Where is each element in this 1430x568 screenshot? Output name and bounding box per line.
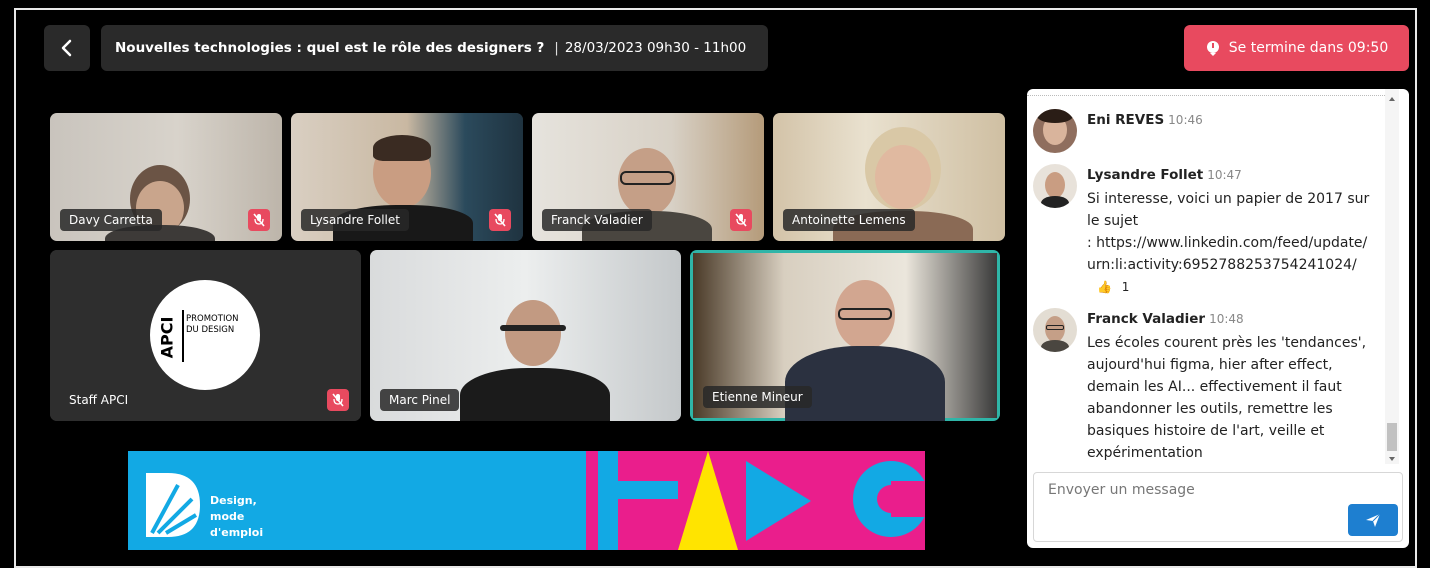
session-title-bar: Nouvelles technologies : quel est le rôl…: [101, 25, 768, 71]
mic-off-icon: [730, 209, 752, 231]
end-timer-button[interactable]: Se termine dans 09:50: [1184, 25, 1409, 71]
apci-acronym: APCI: [157, 316, 177, 359]
video-tile-marc-pinel[interactable]: Marc Pinel: [370, 250, 681, 421]
banner-text-1: Design,: [210, 494, 257, 507]
back-button[interactable]: [44, 25, 90, 71]
chevron-left-icon: [61, 39, 72, 57]
participant-name: Franck Valadier: [542, 209, 652, 231]
thumbs-up-icon: 👍: [1097, 280, 1112, 294]
chat-message-input[interactable]: [1046, 481, 1350, 499]
session-schedule: 28/03/2023 09h30 - 11h00: [564, 40, 747, 56]
mic-off-icon: [327, 389, 349, 411]
video-tile-etienne-mineur[interactable]: Etienne Mineur: [690, 250, 1000, 421]
video-tile-lysandre-follet[interactable]: Lysandre Follet: [291, 113, 523, 241]
message-author: Eni REVES 10:46: [1087, 112, 1203, 128]
banner-text-3: d'emploi: [210, 526, 264, 539]
chat-message: Lysandre Follet 10:47 Si interesse, voici…: [1033, 164, 1383, 294]
chat-scroll-fade: [1027, 89, 1387, 96]
message-time: 10:47: [1207, 168, 1242, 182]
chat-messages[interactable]: Eni REVES 10:46 Lysandre Follet 10:47 Si i…: [1027, 89, 1387, 464]
mic-off-icon: [489, 209, 511, 231]
participant-name: Etienne Mineur: [703, 386, 812, 408]
message-body: Si interesse, voici un papier de 2017 su…: [1087, 191, 1370, 229]
scroll-thumb[interactable]: [1387, 423, 1397, 451]
message-author: Franck Valadier 10:48: [1087, 311, 1244, 327]
chat-panel: Eni REVES 10:46 Lysandre Follet 10:47 Si i…: [1027, 89, 1409, 548]
message-text: Si interesse, voici un papier de 2017 su…: [1087, 188, 1372, 298]
reaction-count: 1: [1121, 280, 1130, 294]
participant-name: Lysandre Follet: [301, 209, 409, 231]
author-name: Franck Valadier: [1087, 311, 1206, 327]
message-link[interactable]: : https://www.linkedin.com/feed/update/u…: [1087, 232, 1372, 276]
message-body: Les écoles courent près les 'tendances',…: [1087, 335, 1367, 461]
banner-artwork: [586, 451, 925, 550]
send-icon: [1366, 513, 1381, 527]
message-time: 10:48: [1209, 312, 1244, 326]
timer-label: Se termine dans 09:50: [1228, 40, 1389, 56]
send-button[interactable]: [1348, 504, 1398, 536]
scroll-down-icon[interactable]: [1385, 453, 1399, 465]
session-title: Nouvelles technologies : quel est le rôl…: [115, 40, 545, 56]
mic-off-icon: [248, 209, 270, 231]
author-name: Eni REVES: [1087, 112, 1165, 128]
chat-input-box: [1033, 472, 1403, 542]
author-name: Lysandre Follet: [1087, 167, 1204, 183]
participant-name: Staff APCI: [69, 393, 129, 407]
title-separator: |: [554, 40, 559, 56]
video-tile-davy-carretta[interactable]: Davy Carretta: [50, 113, 282, 241]
chat-message: Franck Valadier 10:48 Les écoles courent …: [1033, 308, 1383, 464]
event-banner: Design, mode d'emploi: [128, 451, 925, 550]
video-tile-franck-valadier[interactable]: Franck Valadier: [532, 113, 764, 241]
message-time: 10:46: [1168, 113, 1203, 127]
timer-icon: [1206, 41, 1219, 56]
apci-tagline-1: PROMOTION: [186, 314, 239, 324]
apci-logo: APCI PROMOTION DU DESIGN: [150, 280, 260, 390]
banner-text-2: mode: [210, 510, 245, 523]
message-reaction[interactable]: 👍 1: [1097, 276, 1372, 298]
apci-tagline-2: DU DESIGN: [186, 325, 235, 335]
design-logo-icon: [146, 473, 200, 537]
participant-name: Antoinette Lemens: [783, 209, 915, 231]
avatar: [1033, 308, 1077, 352]
avatar: [1033, 109, 1077, 153]
participant-name: Marc Pinel: [380, 389, 460, 411]
video-tile-staff-apci[interactable]: APCI PROMOTION DU DESIGN Staff APCI: [50, 250, 361, 421]
chat-message: Eni REVES 10:46: [1033, 109, 1383, 155]
participant-name: Davy Carretta: [60, 209, 162, 231]
chat-scrollbar[interactable]: [1385, 89, 1399, 464]
scroll-up-icon[interactable]: [1385, 93, 1399, 105]
avatar: [1033, 164, 1077, 208]
video-tile-antoinette-lemens[interactable]: Antoinette Lemens: [773, 113, 1005, 241]
message-author: Lysandre Follet 10:47: [1087, 167, 1242, 183]
